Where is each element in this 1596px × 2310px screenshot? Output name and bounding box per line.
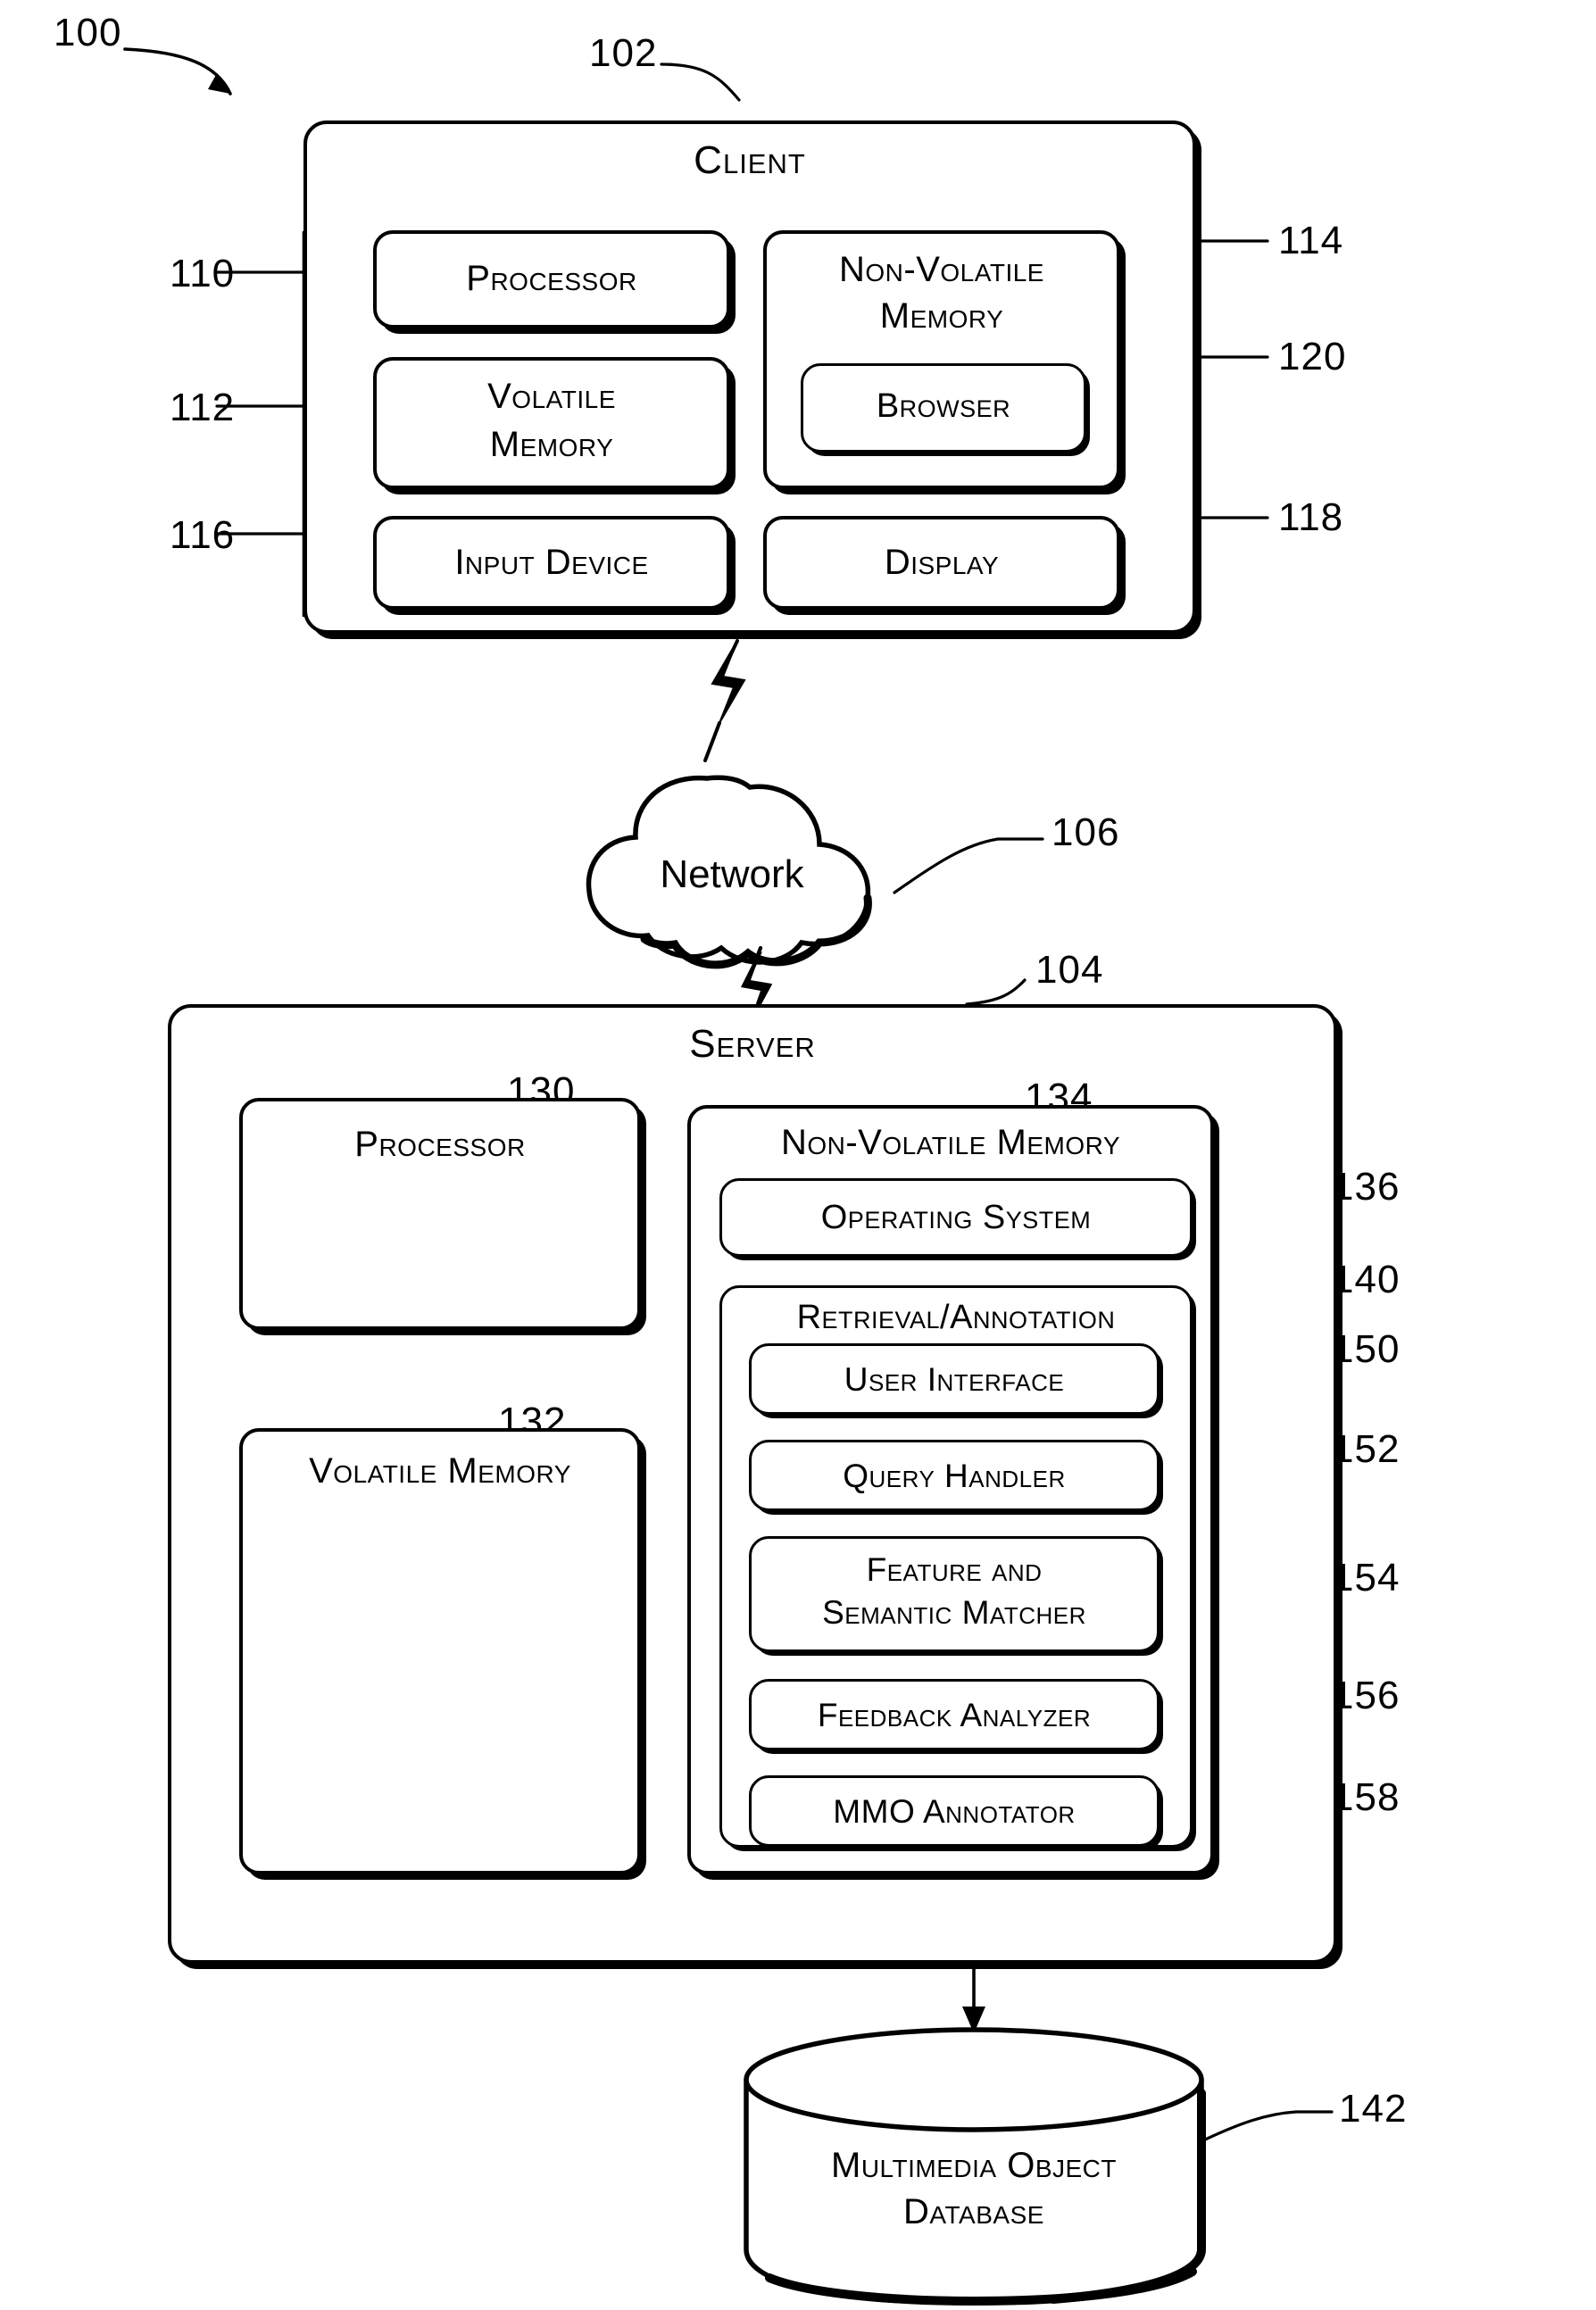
client-display-box[interactable]: Display bbox=[763, 516, 1120, 610]
ref-156: 156 bbox=[1332, 1674, 1401, 1717]
ref-152: 152 bbox=[1332, 1427, 1401, 1471]
database-label-line2: Database bbox=[903, 2192, 1044, 2231]
client-volatile-memory-label-line2: Memory bbox=[489, 425, 614, 464]
server-user-interface-box[interactable]: User Interface bbox=[749, 1343, 1160, 1415]
server-feedback-analyzer-label: Feedback Analyzer bbox=[817, 1697, 1092, 1733]
client-processor-label: Processor bbox=[466, 259, 637, 298]
ref-142: 142 bbox=[1339, 2087, 1408, 2131]
ref-154: 154 bbox=[1332, 1556, 1401, 1600]
ref-106: 106 bbox=[1052, 810, 1120, 854]
server-retrieval-annotation-label: Retrieval/Annotation bbox=[796, 1299, 1116, 1336]
database-label: Multimedia Object Database bbox=[755, 2142, 1193, 2235]
server-feature-semantic-matcher-label-line1: Feature and bbox=[866, 1551, 1043, 1588]
database-label-line1: Multimedia Object bbox=[831, 2146, 1117, 2185]
server-feedback-analyzer-box[interactable]: Feedback Analyzer bbox=[749, 1679, 1160, 1750]
client-input-device-box[interactable]: Input Device bbox=[373, 516, 730, 610]
server-query-handler-label: Query Handler bbox=[843, 1458, 1066, 1494]
server-title: Server bbox=[689, 1022, 816, 1066]
figure-number: 100 bbox=[54, 11, 122, 54]
server-volatile-memory-box[interactable]: Volatile Memory bbox=[239, 1428, 641, 1874]
ref-112: 112 bbox=[170, 386, 236, 429]
server-mmo-annotator-box[interactable]: MMO Annotator bbox=[749, 1775, 1160, 1847]
server-retrieval-annotation-box: Retrieval/Annotation User Interface Quer… bbox=[719, 1285, 1193, 1848]
server-mmo-annotator-label: MMO Annotator bbox=[833, 1793, 1076, 1830]
ref-116: 116 bbox=[170, 513, 236, 557]
ref-158: 158 bbox=[1332, 1775, 1401, 1819]
server-nonvolatile-memory-box: Non-Volatile Memory Operating System Ret… bbox=[687, 1105, 1214, 1874]
server-processor-label: Processor bbox=[354, 1125, 526, 1164]
client-input-device-label: Input Device bbox=[454, 543, 649, 582]
server-operating-system-label: Operating System bbox=[820, 1199, 1092, 1236]
client-nonvolatile-memory-label-line2: Memory bbox=[879, 296, 1004, 336]
ref-140: 140 bbox=[1332, 1258, 1401, 1301]
server-user-interface-label: User Interface bbox=[844, 1361, 1065, 1398]
network-label-text: Network bbox=[660, 852, 804, 896]
ref-120: 120 bbox=[1278, 335, 1347, 378]
server-operating-system-box[interactable]: Operating System bbox=[719, 1178, 1193, 1257]
client-display-label: Display bbox=[884, 543, 1000, 582]
ref-110: 110 bbox=[170, 252, 236, 295]
server-nonvolatile-memory-label: Non-Volatile Memory bbox=[780, 1123, 1121, 1162]
server-processor-box[interactable]: Processor bbox=[239, 1098, 641, 1330]
client-nonvolatile-memory-box[interactable]: Non-Volatile Memory Browser bbox=[763, 230, 1120, 489]
client-volatile-memory-label-line1: Volatile bbox=[487, 377, 616, 416]
ref-150: 150 bbox=[1332, 1327, 1401, 1371]
server-volatile-memory-label: Volatile Memory bbox=[309, 1451, 571, 1491]
server-feature-semantic-matcher-label-line2: Semantic Matcher bbox=[822, 1594, 1086, 1631]
ref-102: 102 bbox=[589, 31, 658, 75]
client-processor-box[interactable]: Processor bbox=[373, 230, 730, 328]
server-query-handler-box[interactable]: Query Handler bbox=[749, 1440, 1160, 1511]
server-feature-semantic-matcher-box[interactable]: Feature and Semantic Matcher bbox=[749, 1536, 1160, 1652]
client-nonvolatile-memory-label-line1: Non-Volatile bbox=[839, 250, 1044, 289]
client-volatile-memory-box[interactable]: Volatile Memory bbox=[373, 357, 730, 489]
client-title: Client bbox=[694, 138, 806, 182]
ref-118: 118 bbox=[1278, 495, 1344, 539]
client-browser-box[interactable]: Browser bbox=[801, 363, 1086, 453]
client-browser-label: Browser bbox=[876, 387, 1011, 425]
network-label: Network bbox=[589, 852, 875, 897]
ref-136: 136 bbox=[1332, 1165, 1401, 1209]
ref-104: 104 bbox=[1035, 948, 1104, 992]
ref-114: 114 bbox=[1278, 219, 1344, 262]
